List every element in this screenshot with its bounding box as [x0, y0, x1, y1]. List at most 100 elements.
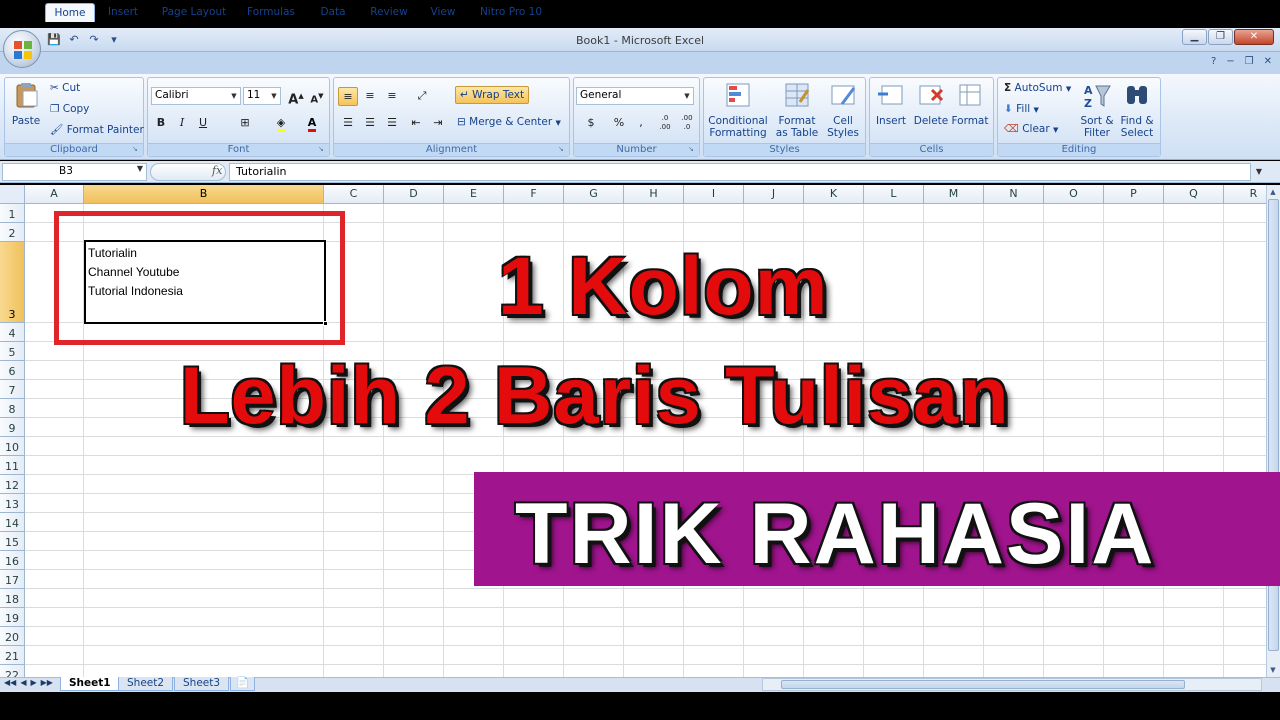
dialog-launcher-icon[interactable]: ↘ [318, 145, 327, 154]
tab-insert[interactable]: Insert [100, 3, 146, 22]
scroll-down-icon[interactable]: ▼ [1267, 664, 1279, 676]
decrease-indent-button[interactable]: ⇤ [406, 114, 426, 133]
dialog-launcher-icon[interactable]: ↘ [558, 145, 567, 154]
tab-review[interactable]: Review [363, 3, 415, 22]
insert-cells-button[interactable]: Insert [872, 80, 910, 127]
align-middle-button[interactable]: ≡ [360, 87, 380, 106]
align-top-button[interactable]: ≡ [338, 87, 358, 106]
row-header-12[interactable]: 12 [0, 475, 25, 494]
percent-button[interactable]: % [609, 114, 629, 133]
wrap-text-button[interactable]: ↵ Wrap Text [455, 86, 530, 104]
row-header-9[interactable]: 9 [0, 418, 25, 437]
sheet-tab-1[interactable]: Sheet1 [60, 677, 120, 691]
name-box[interactable]: B3 ▼ [2, 163, 147, 181]
row-header-1[interactable]: 1 [0, 204, 25, 223]
row-header-2[interactable]: 2 [0, 223, 25, 242]
tab-nitro-pro[interactable]: Nitro Pro 10 [472, 3, 550, 22]
workbook-minimize-icon[interactable]: − [1226, 56, 1234, 67]
horizontal-scroll-thumb[interactable] [781, 680, 1185, 689]
row-header-21[interactable]: 21 [0, 646, 25, 665]
borders-button[interactable]: ⊞ [230, 114, 260, 133]
font-family-select[interactable]: Calibri ▼ [151, 87, 241, 105]
font-size-select[interactable]: 11 ▼ [243, 87, 281, 105]
increase-decimal-button[interactable]: .0 .00 [655, 114, 675, 133]
vertical-scrollbar[interactable]: ▲ ▼ [1266, 185, 1280, 677]
row-header-15[interactable]: 15 [0, 532, 25, 551]
horizontal-scrollbar[interactable] [762, 678, 1262, 691]
sort-filter-button[interactable]: A Z Sort & Filter [1078, 80, 1116, 139]
column-header-j[interactable]: J [744, 185, 804, 204]
column-header-e[interactable]: E [444, 185, 504, 204]
decrease-decimal-button[interactable]: .00 .0 [677, 114, 697, 133]
orientation-button[interactable]: ⤢ [408, 87, 436, 106]
format-painter-button[interactable]: 🖌 Format Painter [50, 123, 144, 136]
column-header-i[interactable]: I [684, 185, 744, 204]
insert-sheet-button[interactable]: 📄 [230, 677, 256, 691]
bold-button[interactable]: B [151, 114, 171, 133]
column-header-g[interactable]: G [564, 185, 624, 204]
row-header-14[interactable]: 14 [0, 513, 25, 532]
office-button[interactable] [3, 30, 41, 68]
row-header-11[interactable]: 11 [0, 456, 25, 475]
scroll-up-icon[interactable]: ▲ [1267, 186, 1279, 198]
delete-cells-button[interactable]: Delete [912, 80, 950, 127]
clear-button[interactable]: ⌫ Clear ▼ [1004, 123, 1058, 135]
column-header-k[interactable]: K [804, 185, 864, 204]
column-header-f[interactable]: F [504, 185, 564, 204]
column-header-l[interactable]: L [864, 185, 924, 204]
row-header-6[interactable]: 6 [0, 361, 25, 380]
italic-button[interactable]: I [172, 114, 192, 133]
column-header-a[interactable]: A [25, 185, 84, 204]
format-as-table-button[interactable]: Format as Table [772, 80, 822, 139]
restore-button[interactable]: ❐ [1208, 29, 1233, 45]
row-header-7[interactable]: 7 [0, 380, 25, 399]
align-bottom-button[interactable]: ≡ [382, 87, 402, 106]
increase-indent-button[interactable]: ⇥ [428, 114, 448, 133]
prev-sheet-icon[interactable]: ◀ [20, 678, 26, 687]
first-sheet-icon[interactable]: ◀◀ [4, 678, 16, 687]
help-icon[interactable]: ? [1211, 56, 1216, 67]
fill-button[interactable]: ⬇ Fill ▼ [1004, 103, 1039, 115]
align-center-button[interactable]: ☰ [360, 114, 380, 133]
column-header-p[interactable]: P [1104, 185, 1164, 204]
sheet-tab-2[interactable]: Sheet2 [118, 677, 174, 691]
conditional-formatting-button[interactable]: Conditional Formatting [706, 80, 770, 139]
insert-function-icon[interactable]: fx [212, 164, 222, 177]
cell-styles-button[interactable]: Cell Styles [824, 80, 862, 139]
column-header-d[interactable]: D [384, 185, 444, 204]
column-header-q[interactable]: Q [1164, 185, 1224, 204]
workbook-close-icon[interactable]: ✕ [1264, 56, 1272, 67]
currency-button[interactable]: $ [577, 114, 605, 133]
row-header-16[interactable]: 16 [0, 551, 25, 570]
tab-home[interactable]: Home [45, 3, 95, 22]
workbook-restore-icon[interactable]: ❐ [1245, 56, 1254, 67]
copy-button[interactable]: ❐ Copy [50, 103, 89, 115]
column-header-o[interactable]: O [1044, 185, 1104, 204]
column-header-n[interactable]: N [984, 185, 1044, 204]
column-header-m[interactable]: M [924, 185, 984, 204]
formula-input[interactable]: Tutorialin [229, 163, 1251, 181]
column-header-r[interactable]: R [1224, 185, 1266, 204]
next-sheet-icon[interactable]: ▶ [30, 678, 36, 687]
fill-color-button[interactable]: ◈ [266, 114, 296, 133]
sheet-tab-3[interactable]: Sheet3 [174, 677, 230, 691]
comma-button[interactable]: , [631, 114, 651, 133]
find-select-button[interactable]: Find & Select [1117, 80, 1157, 139]
align-left-button[interactable]: ☰ [338, 114, 358, 133]
column-header-b[interactable]: B [84, 185, 324, 204]
row-header-10[interactable]: 10 [0, 437, 25, 456]
tab-formulas[interactable]: Formulas [240, 3, 302, 22]
expand-formula-bar-icon[interactable]: ▼ [1253, 163, 1265, 181]
select-all-corner[interactable] [0, 185, 25, 204]
row-header-20[interactable]: 20 [0, 627, 25, 646]
row-header-8[interactable]: 8 [0, 399, 25, 418]
shrink-font-button[interactable]: A▼ [307, 87, 327, 106]
row-header-5[interactable]: 5 [0, 342, 25, 361]
dialog-launcher-icon[interactable]: ↘ [688, 145, 697, 154]
column-header-c[interactable]: C [324, 185, 384, 204]
font-color-button[interactable]: A [298, 114, 326, 133]
merge-center-button[interactable]: ⊟ Merge & Center ▼ [457, 116, 561, 128]
paste-button[interactable]: Paste [8, 80, 44, 127]
number-format-select[interactable]: General ▼ [576, 87, 694, 105]
row-header-22[interactable]: 22 [0, 665, 25, 677]
